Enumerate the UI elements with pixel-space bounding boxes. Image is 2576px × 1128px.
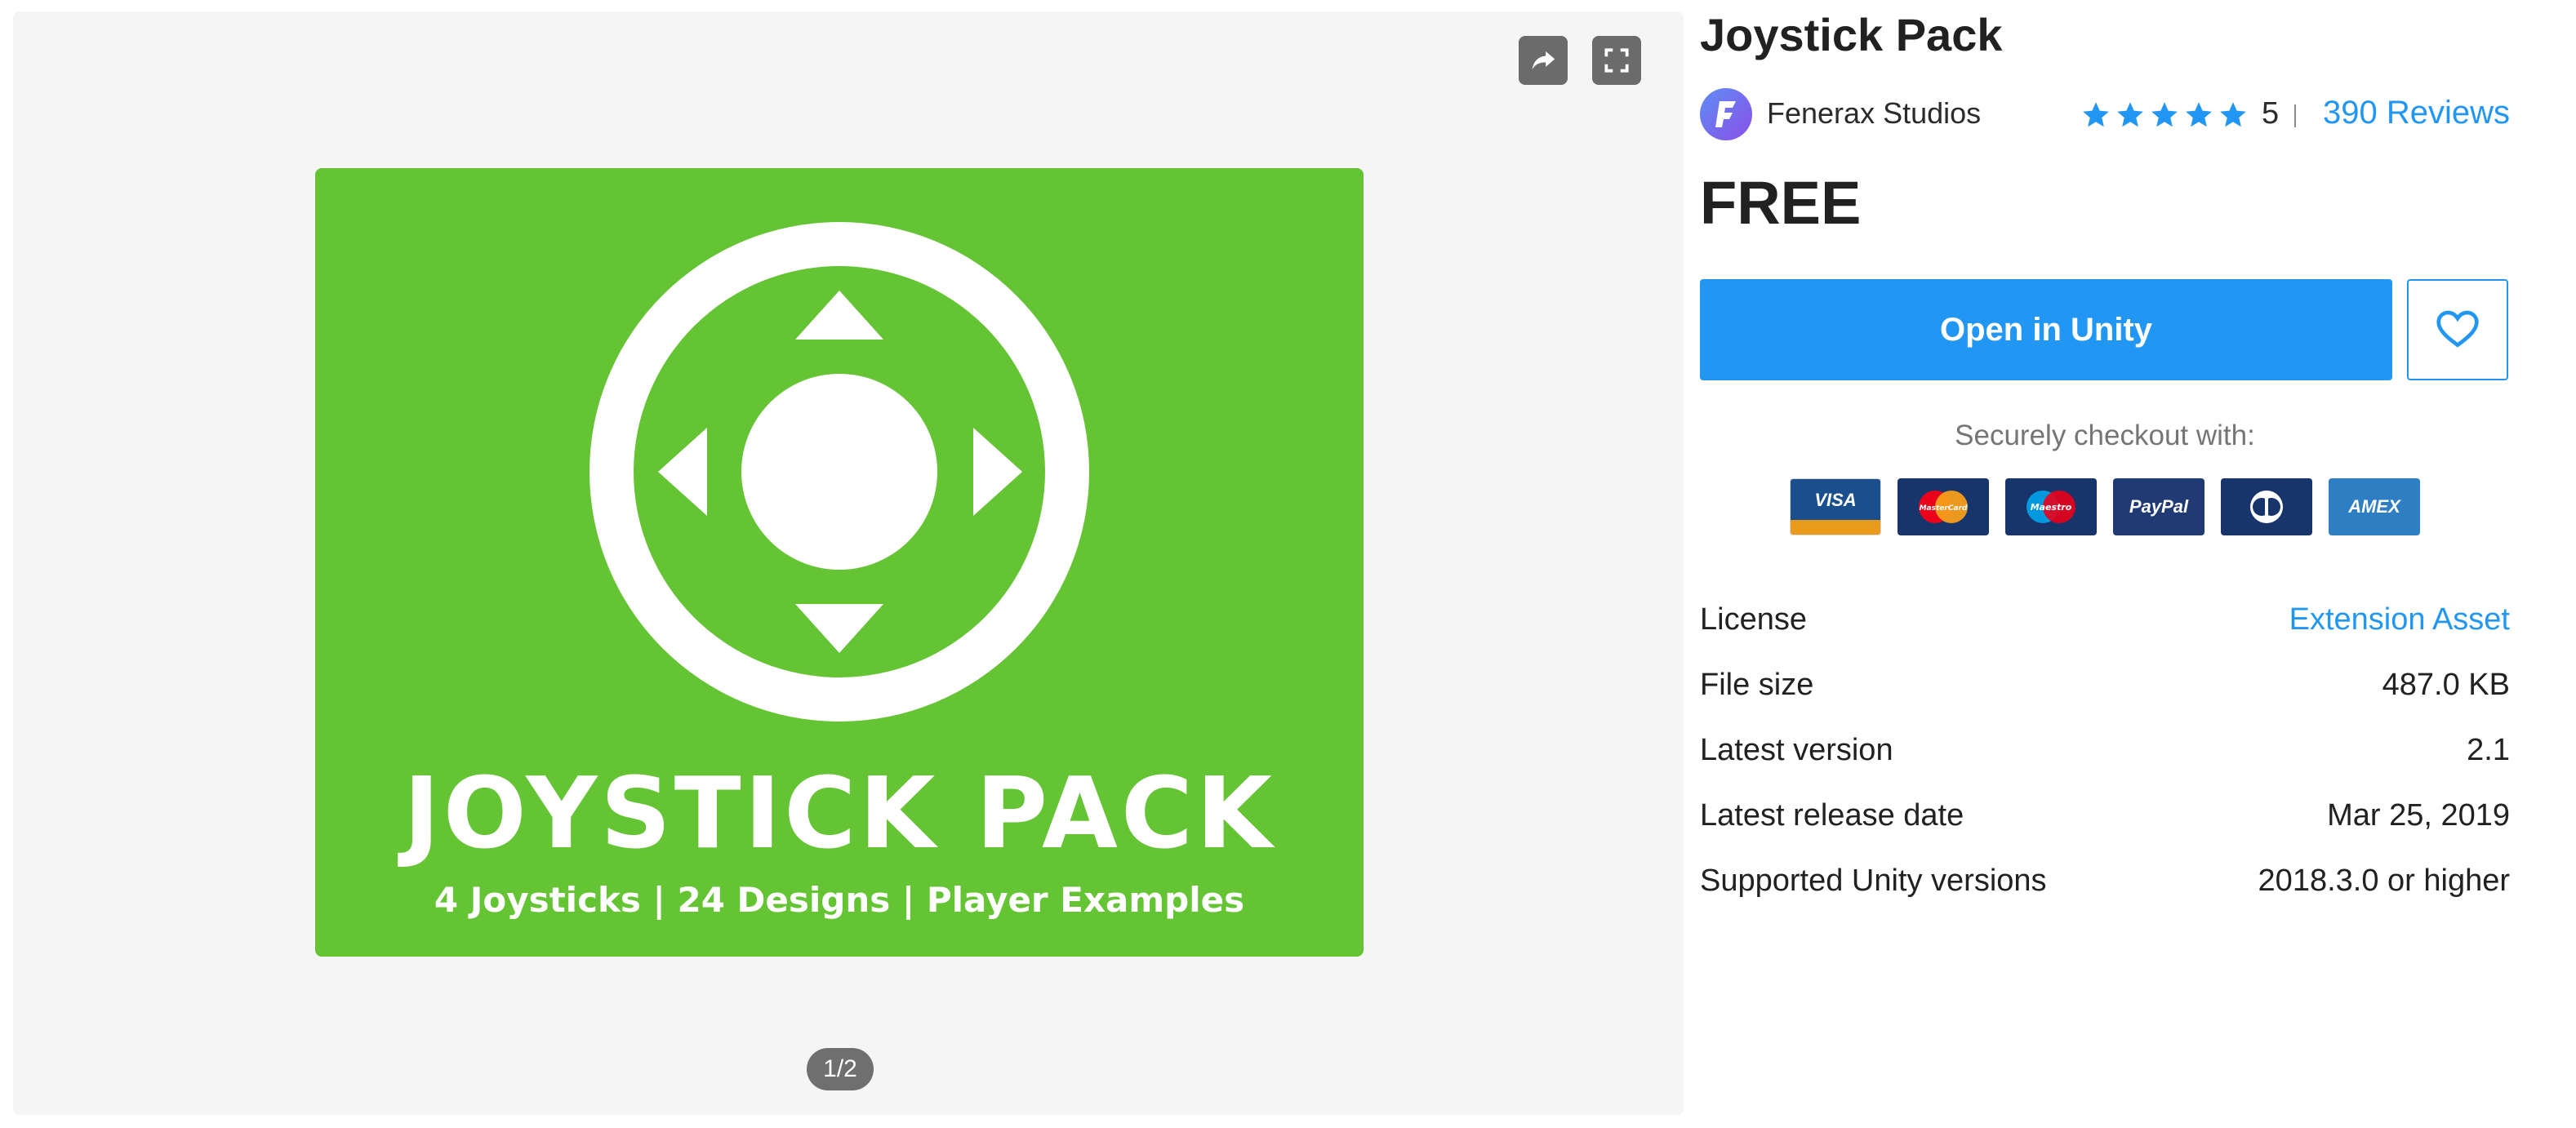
mastercard-icon: MasterCard xyxy=(1898,478,1989,535)
svg-text:MasterCard: MasterCard xyxy=(1920,504,1968,513)
detail-label: Supported Unity versions xyxy=(1700,864,2047,898)
product-hero-image[interactable]: JOYSTICK PACK 4 Joysticks | 24 Designs |… xyxy=(315,168,1364,957)
publisher-logo-icon[interactable] xyxy=(1700,88,1752,140)
detail-label: File size xyxy=(1700,668,1814,702)
open-in-unity-button[interactable]: Open in Unity xyxy=(1700,279,2392,380)
star-icon xyxy=(2151,102,2178,127)
star-icon xyxy=(2186,102,2212,127)
amex-icon: AMEX xyxy=(2329,478,2420,535)
share-arrow-icon xyxy=(1532,51,1555,70)
price: FREE xyxy=(1700,169,1862,237)
detail-value: 2.1 xyxy=(2467,733,2510,767)
detail-label: Latest version xyxy=(1700,733,1893,767)
paypal-icon: PayPal xyxy=(2113,478,2205,535)
diners-club-icon xyxy=(2221,478,2312,535)
hero-subtitle: 4 Joysticks | 24 Designs | Player Exampl… xyxy=(434,880,1245,920)
product-title: Joystick Pack xyxy=(1700,9,2003,60)
publisher-row: Fenerax Studios 5 390 Reviews xyxy=(1700,88,2510,142)
detail-row-unity-versions: Supported Unity versions 2018.3.0 or hig… xyxy=(1700,864,2510,929)
fullscreen-button[interactable] xyxy=(1592,36,1641,85)
detail-label: License xyxy=(1700,602,1807,637)
visa-card-icon: VISA xyxy=(1790,478,1881,535)
detail-value: 2018.3.0 or higher xyxy=(2258,864,2510,898)
reviews-link[interactable]: 390 Reviews xyxy=(2323,95,2510,131)
star-icon xyxy=(2083,102,2109,127)
rating-stars xyxy=(2080,100,2249,131)
heart-icon xyxy=(2436,310,2479,348)
detail-row-release-date: Latest release date Mar 25, 2019 xyxy=(1700,798,2510,864)
fullscreen-icon xyxy=(1604,48,1629,73)
star-icon xyxy=(2117,102,2143,127)
hero-title: JOYSTICK PACK xyxy=(403,757,1275,871)
favorite-button[interactable] xyxy=(2407,279,2508,380)
maestro-icon: Maestro xyxy=(2005,478,2097,535)
detail-row-version: Latest version 2.1 xyxy=(1700,733,2510,798)
gallery-pager: 1/2 xyxy=(807,1048,874,1090)
checkout-label: Securely checkout with: xyxy=(1955,420,2255,451)
detail-row-file-size: File size 487.0 KB xyxy=(1700,668,2510,733)
image-gallery: JOYSTICK PACK 4 Joysticks | 24 Designs |… xyxy=(13,11,1684,1115)
svg-text:Maestro: Maestro xyxy=(2031,502,2072,513)
payment-methods: VISA MasterCard Maestro PayPal AMEX xyxy=(1790,478,2420,535)
rating-value: 5 xyxy=(2262,96,2280,131)
details-table: License Extension Asset File size 487.0 … xyxy=(1700,602,2510,929)
star-icon xyxy=(2220,102,2246,127)
detail-label: Latest release date xyxy=(1700,798,1964,833)
detail-row-license: License Extension Asset xyxy=(1700,602,2510,668)
detail-value: 487.0 KB xyxy=(2382,668,2510,702)
divider xyxy=(2294,104,2296,127)
share-button[interactable] xyxy=(1519,36,1568,85)
publisher-name[interactable]: Fenerax Studios xyxy=(1767,96,1981,131)
license-link[interactable]: Extension Asset xyxy=(2289,602,2510,637)
detail-value: Mar 25, 2019 xyxy=(2327,798,2510,833)
